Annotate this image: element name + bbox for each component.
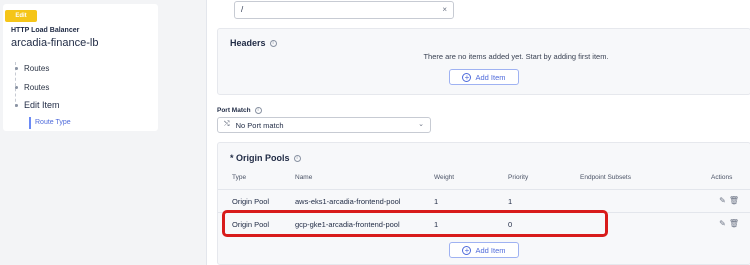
- bullet-icon: [15, 86, 18, 89]
- cell-weight: 1: [434, 197, 439, 206]
- column-header-actions: Actions: [711, 174, 733, 181]
- nav-item-routes-2[interactable]: Routes: [15, 83, 49, 92]
- headers-add-item-button[interactable]: + Add Item: [449, 69, 519, 85]
- bullet-icon: [15, 67, 18, 70]
- cell-priority: 1: [508, 197, 513, 206]
- origin-pools-title-text: * Origin Pools: [230, 153, 290, 163]
- clear-icon[interactable]: ×: [442, 5, 447, 14]
- nav-title: HTTP Load Balancer: [11, 27, 80, 34]
- port-match-select[interactable]: ⤭ No Port match ⌄: [217, 117, 431, 133]
- nav-item-label: Edit Item: [24, 100, 60, 110]
- trash-icon[interactable]: 🗑: [729, 219, 742, 228]
- trash-icon[interactable]: 🗑: [729, 196, 742, 205]
- column-header-weight: Weight: [434, 174, 455, 181]
- nav-sub-item-route-type[interactable]: Route Type: [29, 117, 71, 129]
- load-balancer-name: arcadia-finance-lb: [11, 37, 99, 49]
- nav-item-label: Routes: [24, 64, 50, 73]
- add-item-label: Add Item: [475, 245, 506, 255]
- table-row[interactable]: Origin Pool aws-eks1-arcadia-frontend-po…: [218, 189, 750, 211]
- column-header-priority: Priority: [508, 174, 529, 181]
- port-match-label-text: Port Match: [217, 107, 251, 114]
- path-value: /: [241, 5, 244, 14]
- info-icon[interactable]: i: [293, 154, 301, 162]
- edit-badge: Edit: [5, 10, 37, 22]
- edit-icon[interactable]: ✎: [719, 219, 729, 228]
- origin-pools-section: * Origin Pools i Type Name Weight Priori…: [217, 142, 750, 265]
- cell-type: Origin Pool: [232, 197, 270, 206]
- column-header-name: Name: [295, 174, 313, 181]
- origin-pools-add-item-button[interactable]: + Add Item: [449, 242, 519, 258]
- info-icon[interactable]: i: [269, 39, 277, 47]
- nav-item-routes[interactable]: Routes: [15, 64, 49, 73]
- plus-icon: +: [462, 245, 472, 255]
- row-actions: ✎🗑: [719, 196, 742, 205]
- port-match-icon: ⤭: [224, 121, 230, 128]
- headers-title: Headers i: [230, 38, 277, 48]
- column-header-type: Type: [232, 174, 247, 181]
- chevron-down-icon: ⌄: [418, 121, 424, 128]
- headers-section: Headers i There are no items added yet. …: [217, 28, 750, 95]
- main-panel: / × Headers i There are no items added y…: [206, 0, 750, 265]
- plus-icon: +: [462, 72, 472, 82]
- column-header-endpoint-subsets: Endpoint Subsets: [580, 174, 631, 181]
- nav-item-edit-item[interactable]: Edit Item: [15, 100, 60, 110]
- row-actions: ✎🗑: [719, 219, 742, 228]
- nav-card: Edit HTTP Load Balancer arcadia-finance-…: [3, 4, 158, 131]
- headers-empty-text: There are no items added yet. Start by a…: [423, 52, 609, 61]
- bullet-icon: [15, 103, 18, 107]
- row-highlight-annotation: [222, 210, 608, 237]
- nav-item-label: Routes: [24, 83, 50, 92]
- table-header: Type Name Weight Priority Endpoint Subse…: [218, 174, 750, 188]
- origin-pools-title: * Origin Pools i: [230, 153, 301, 163]
- headers-title-text: Headers: [230, 38, 266, 48]
- port-match-value: No Port match: [235, 120, 284, 130]
- info-icon[interactable]: i: [254, 107, 262, 114]
- path-input[interactable]: / ×: [234, 1, 454, 19]
- edit-icon[interactable]: ✎: [719, 196, 729, 205]
- add-item-label: Add Item: [475, 72, 506, 82]
- port-match-label: Port Match i: [217, 107, 262, 114]
- cell-name: aws-eks1-arcadia-frontend-pool: [295, 197, 401, 206]
